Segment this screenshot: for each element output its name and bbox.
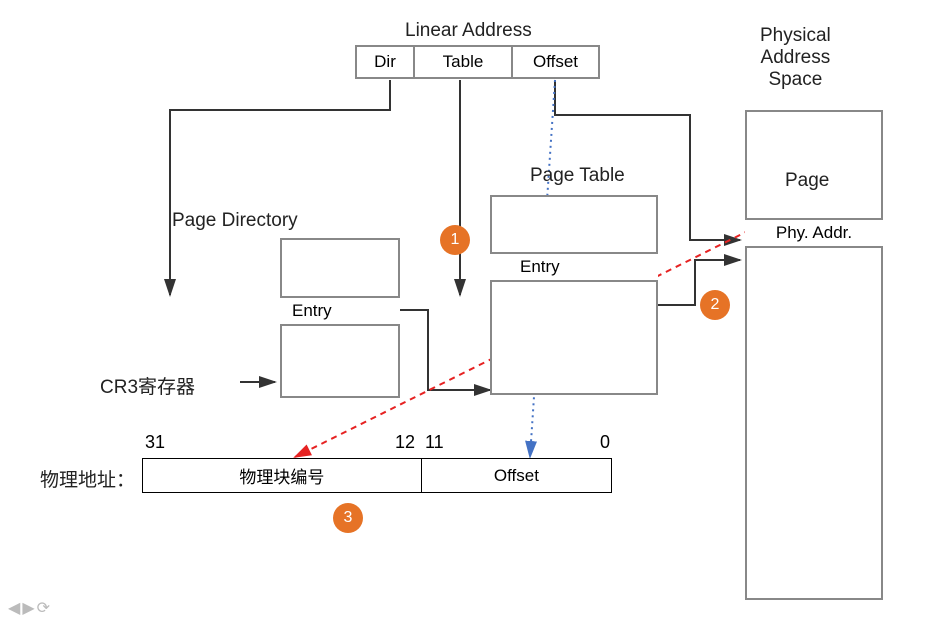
- next-icon: ▶: [22, 598, 34, 618]
- physical-addr-box: 物理块编号 Offset: [142, 458, 612, 493]
- page-directory-entry: Entry: [280, 296, 400, 326]
- linear-address-title: Linear Address: [405, 20, 532, 42]
- pa-offset-cell: Offset: [422, 459, 611, 492]
- bit-0: 0: [600, 432, 610, 453]
- physical-space-title: Physical Address Space: [760, 25, 831, 91]
- bit-12: 12: [395, 432, 415, 453]
- prev-icon: ◀: [8, 598, 20, 618]
- cr3-label: CR3寄存器: [100, 372, 195, 399]
- page-directory-title: Page Directory: [172, 210, 298, 232]
- page-table-title: Page Table: [530, 165, 625, 187]
- badge-1: 1: [440, 225, 470, 255]
- badge-3: 3: [333, 503, 363, 533]
- la-offset-cell: Offset: [513, 47, 598, 77]
- page-table-entry: Entry: [490, 252, 658, 282]
- badge-2: 2: [700, 290, 730, 320]
- nav-icons: ◀ ▶ ⟳: [8, 598, 50, 618]
- page-table-box: [490, 195, 658, 395]
- bit-31: 31: [145, 432, 165, 453]
- physical-page-label: Page: [785, 170, 829, 192]
- physical-addr-label: 物理地址：: [40, 465, 135, 492]
- physical-phyaddr-cell: Phy. Addr.: [745, 218, 883, 248]
- linear-address-box: Dir Table Offset: [355, 45, 600, 79]
- la-dir-cell: Dir: [357, 47, 415, 77]
- refresh-icon: ⟳: [37, 598, 50, 618]
- bit-11: 11: [425, 432, 444, 453]
- pa-block-cell: 物理块编号: [143, 459, 422, 492]
- la-table-cell: Table: [415, 47, 513, 77]
